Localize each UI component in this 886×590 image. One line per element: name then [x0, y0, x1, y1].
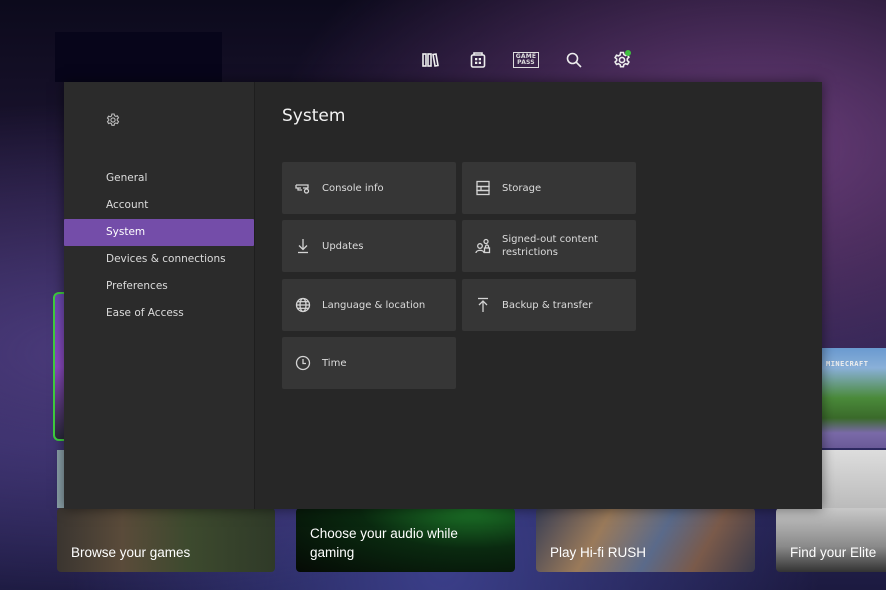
console-info-icon [295, 180, 311, 196]
settings-panel: General Account System Devices & connect… [64, 82, 822, 509]
upload-icon [475, 297, 491, 313]
game-pass-line2: PASS [517, 59, 535, 66]
my-games-library-icon[interactable] [415, 46, 445, 74]
settings-icon[interactable] [607, 46, 637, 74]
home-card-elite[interactable]: Find your Elite [776, 508, 886, 572]
nav-item-preferences[interactable]: Preferences [64, 273, 254, 300]
settings-gear-icon [105, 112, 121, 128]
store-icon[interactable] [463, 46, 493, 74]
nav-item-general[interactable]: General [64, 165, 254, 192]
tile-language-location[interactable]: Language & location [282, 279, 456, 331]
nav-item-devices-connections[interactable]: Devices & connections [64, 246, 254, 273]
nav-item-account[interactable]: Account [64, 192, 254, 219]
tile-label: Backup & transfer [502, 299, 593, 311]
home-card-browse-games[interactable]: Browse your games [57, 508, 275, 572]
nav-item-ease-of-access[interactable]: Ease of Access [64, 300, 254, 327]
settings-nav: General Account System Devices & connect… [64, 165, 254, 327]
tile-storage[interactable]: Storage [462, 162, 636, 214]
tile-time[interactable]: Time [282, 337, 456, 389]
minecraft-tile[interactable]: MINECRAFT [822, 348, 886, 448]
tile-label: Storage [502, 182, 542, 194]
search-icon[interactable] [559, 46, 589, 74]
card-label: Browse your games [71, 545, 191, 560]
card-label: Play Hi-fi RUSH [550, 545, 647, 560]
storage-icon [475, 180, 491, 196]
card-label: Choose your audio while gaming [310, 526, 458, 560]
tile-label: Signed-out content restrictions [502, 234, 598, 258]
globe-icon [295, 297, 311, 313]
page-title: System [282, 106, 346, 126]
clock-icon [295, 355, 311, 371]
download-icon [295, 238, 311, 254]
notification-dot [625, 50, 631, 56]
user-lock-icon [475, 238, 491, 254]
tile-updates[interactable]: Updates [282, 220, 456, 272]
tile-label: Updates [322, 240, 364, 252]
minecraft-logo: MINECRAFT [826, 360, 869, 368]
tile-label: Time [322, 357, 347, 369]
tile-signed-out-content-restrictions[interactable]: Signed-out content restrictions [462, 220, 636, 272]
tile-label: Console info [322, 182, 384, 194]
card-label: Find your Elite [790, 545, 877, 560]
game-pass-icon[interactable]: GAME PASS [511, 46, 541, 74]
tile-console-info[interactable]: Console info [282, 162, 456, 214]
top-bar: GAME PASS [0, 0, 886, 80]
tile-backup-transfer[interactable]: Backup & transfer [462, 279, 636, 331]
settings-sidebar: General Account System Devices & connect… [64, 82, 255, 509]
controller-tile[interactable] [822, 450, 886, 508]
nav-item-system[interactable]: System [64, 219, 254, 246]
tile-label: Language & location [322, 299, 426, 311]
home-card-audio[interactable]: Choose your audio while gaming [296, 508, 515, 572]
home-card-hifi-rush[interactable]: Play Hi-fi RUSH [536, 508, 755, 572]
